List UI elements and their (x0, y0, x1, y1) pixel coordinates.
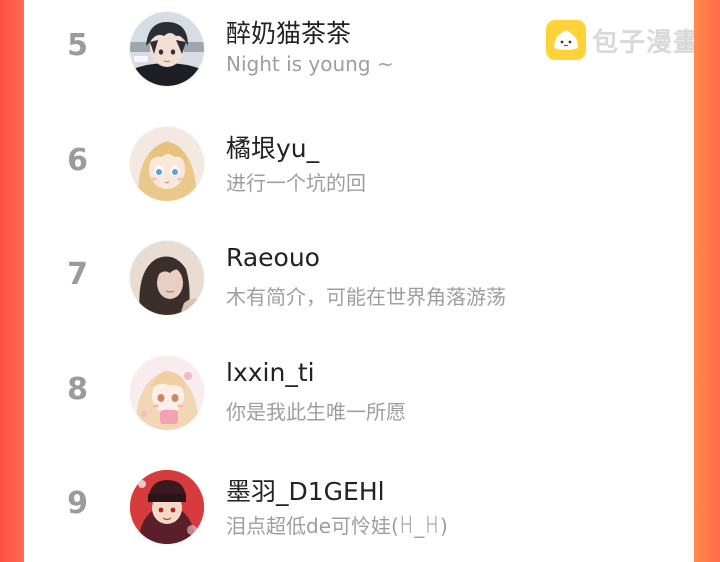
app-frame: 5 醉奶猫茶茶 Night is young ~ 6 橘垠yu_ 进行一个坑的回… (0, 0, 720, 562)
user-bio: 木有简介，可能在世界角落游荡 (226, 285, 506, 309)
brand-text: 包子漫畫 (592, 27, 694, 58)
rank-number: 5 (67, 28, 88, 63)
rank-number: 6 (67, 143, 88, 178)
rank-number: 9 (67, 486, 88, 521)
rank-number: 7 (67, 257, 88, 292)
ranking-row[interactable]: 7 Raeouo 木有简介，可能在世界角落游荡 (24, 233, 694, 333)
user-name[interactable]: Raeouo (226, 243, 320, 272)
ranking-row[interactable]: 9 墨羽_D1GEHl 泪点超低de可怜娃(ꀿ_ꀿ) (24, 462, 694, 562)
user-bio: Night is young ~ (226, 52, 394, 76)
user-avatar[interactable] (130, 127, 204, 201)
user-name[interactable]: lxxin_ti (226, 358, 315, 387)
user-name[interactable]: 墨羽_D1GEHl (226, 472, 385, 508)
rank-number: 8 (67, 372, 88, 407)
ranking-list-panel: 5 醉奶猫茶茶 Night is young ~ 6 橘垠yu_ 进行一个坑的回… (24, 0, 694, 562)
user-bio: 泪点超低de可怜娃(ꀿ_ꀿ) (226, 514, 448, 538)
avatar-photo-girl-image (130, 241, 204, 315)
avatar-blonde-anime-girl-image (130, 127, 204, 201)
user-avatar[interactable] (130, 470, 204, 544)
ranking-row[interactable]: 8 lxxin_ti 你是我此生唯一所愿 (24, 348, 694, 448)
user-name[interactable]: 橘垠yu_ (226, 129, 319, 165)
avatar-red-anime-character-image (130, 470, 204, 544)
ranking-row[interactable]: 6 橘垠yu_ 进行一个坑的回 (24, 119, 694, 219)
user-bio: 你是我此生唯一所愿 (226, 400, 406, 424)
user-avatar[interactable] (130, 241, 204, 315)
avatar-pink-anime-girl-image (130, 356, 204, 430)
brand-watermark: 包子漫畫 (546, 18, 694, 62)
user-bio: 进行一个坑的回 (226, 171, 366, 195)
user-avatar[interactable] (130, 356, 204, 430)
user-name[interactable]: 醉奶猫茶茶 (226, 14, 351, 50)
baozi-bun-icon (546, 20, 586, 60)
avatar-dark-hair-boy-image (130, 12, 204, 86)
user-avatar[interactable] (130, 12, 204, 86)
